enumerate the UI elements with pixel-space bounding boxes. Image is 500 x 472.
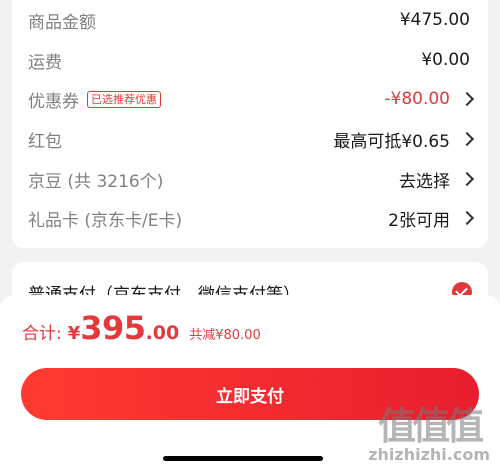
coupon-label: 优惠券 <box>28 91 79 112</box>
total-label: 合计: <box>22 324 62 344</box>
row-red-packet[interactable]: 红包 最高可抵¥0.65 <box>28 127 475 152</box>
gift-card-value-wrap: 2张可用 <box>388 206 475 231</box>
saved-amount: 共减¥80.00 <box>189 328 261 343</box>
row-goods-amount: 商品金额 ¥475.00 <box>28 8 470 33</box>
currency-symbol: ¥ <box>67 323 81 344</box>
red-packet-value: 最高可抵¥0.65 <box>333 131 450 152</box>
coupon-label-wrap: 优惠券 已选推荐优惠 <box>28 87 161 112</box>
coupon-tag: 已选推荐优惠 <box>87 90 161 108</box>
row-shipping: 运费 ¥0.00 <box>28 48 470 73</box>
watermark-logo: 值值值 zhizhizhi.com <box>368 406 490 464</box>
goods-amount-value: ¥475.00 <box>399 10 470 30</box>
coupon-value: -¥80.00 <box>384 89 450 109</box>
total-integer: 395 <box>80 309 146 347</box>
jingdou-value-wrap: 去选择 <box>399 167 475 192</box>
watermark-url: zhizhizhi.com <box>368 445 490 464</box>
total-amount: 合计: ¥ 395 .00 共减¥80.00 <box>22 309 261 347</box>
watermark-logo-text: 值值值 <box>378 404 484 448</box>
jingdou-value: 去选择 <box>399 171 450 192</box>
jingdou-label: 京豆 (共 3216个) <box>28 171 164 192</box>
shipping-value: ¥0.00 <box>421 50 470 70</box>
goods-amount-label: 商品金额 <box>28 12 96 33</box>
row-coupon[interactable]: 优惠券 已选推荐优惠 -¥80.00 <box>28 87 475 112</box>
gift-card-value: 2张可用 <box>388 210 450 231</box>
total-decimal: .00 <box>145 322 180 344</box>
coupon-value-wrap: -¥80.00 <box>384 89 475 109</box>
red-packet-value-wrap: 最高可抵¥0.65 <box>333 127 475 152</box>
row-jingdou[interactable]: 京豆 (共 3216个) 去选择 <box>28 167 475 192</box>
checkout-bar: 合计: ¥ 395 .00 共减¥80.00 立即支付 值值值 zhizhizh… <box>0 295 500 472</box>
home-indicator[interactable] <box>163 456 323 461</box>
row-gift-card[interactable]: 礼品卡 (京东卡/E卡) 2张可用 <box>28 206 475 231</box>
shipping-label: 运费 <box>28 52 62 73</box>
gift-card-label: 礼品卡 (京东卡/E卡) <box>28 210 183 231</box>
red-packet-label: 红包 <box>28 131 62 152</box>
